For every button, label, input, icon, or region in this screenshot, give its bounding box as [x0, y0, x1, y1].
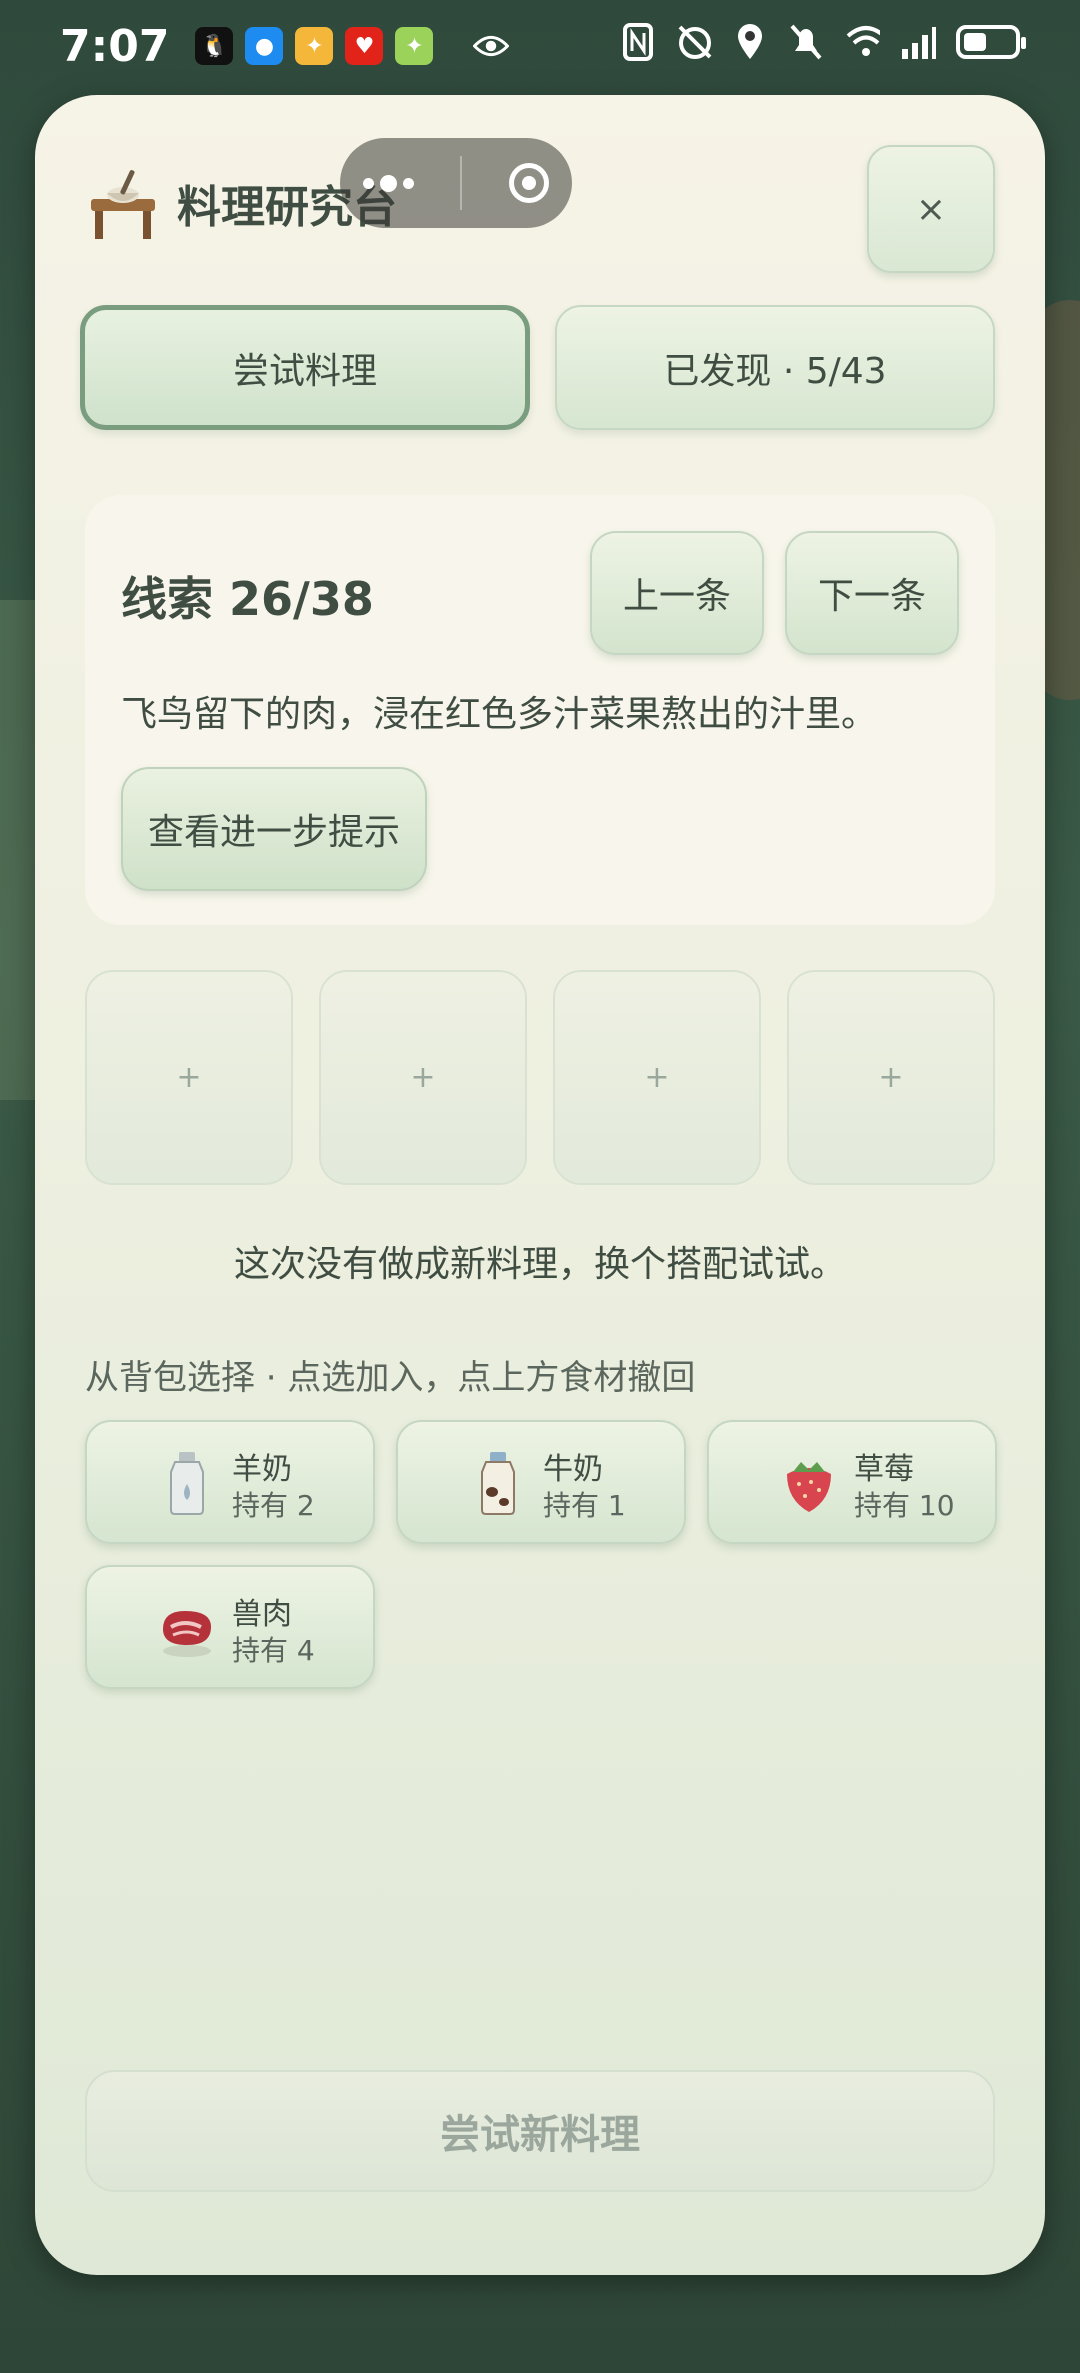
app-icon: ✦: [295, 27, 334, 65]
wifi-icon: [844, 22, 880, 62]
ingredient-goat-milk[interactable]: 羊奶 持有 2: [85, 1420, 375, 1544]
clue-title: 线索 26/38: [121, 572, 374, 626]
strawberry-icon: [779, 1448, 839, 1518]
ingredient-meat[interactable]: 兽肉 持有 4: [85, 1565, 375, 1689]
cooking-panel: 料理研究台 × 尝试料理 已发现 · 5/43 线索 26/38 上一条 下一条…: [35, 95, 1045, 2275]
ingredient-count: 持有 2: [232, 1489, 315, 1522]
health-icon: ♥: [345, 27, 384, 65]
tab-try-cooking[interactable]: 尝试料理: [80, 305, 530, 430]
status-time: 7:07: [60, 20, 170, 72]
meat-icon: [157, 1593, 217, 1663]
location-icon: [732, 22, 768, 62]
app-icon: ✦: [395, 27, 434, 65]
message-icon: ●: [245, 27, 284, 65]
clue-card: 线索 26/38 上一条 下一条 飞鸟留下的肉，浸在红色多汁菜果熬出的汁里。 查…: [85, 495, 995, 925]
mini-program-capsule: [340, 138, 572, 228]
tab-discovered[interactable]: 已发现 · 5/43: [555, 305, 995, 430]
ingredient-name: 牛奶: [543, 1452, 603, 1487]
next-clue-button[interactable]: 下一条: [785, 531, 959, 655]
ingredient-strawberry[interactable]: 草莓 持有 10: [707, 1420, 997, 1544]
cooking-table-icon: [85, 165, 161, 241]
result-message: 这次没有做成新料理，换个搭配试试。: [233, 1244, 846, 1285]
eye-icon: [473, 26, 510, 66]
status-bar: 7:07 🐧 ● ✦ ♥ ✦: [0, 0, 1080, 92]
signal-icon: [900, 22, 936, 62]
alarm-off-icon: [676, 22, 712, 62]
battery-icon: [956, 25, 1026, 59]
backpack-label: 从背包选择 · 点选加入，点上方食材撤回: [85, 1358, 696, 1398]
more-options-icon[interactable]: [363, 174, 415, 192]
ingredient-milk[interactable]: 牛奶 持有 1: [396, 1420, 686, 1544]
view-hint-button[interactable]: 查看进一步提示: [121, 767, 427, 891]
ingredient-name: 羊奶: [232, 1452, 292, 1487]
goat-milk-icon: [157, 1448, 217, 1518]
ingredient-slot-4[interactable]: +: [787, 970, 995, 1185]
ingredient-slot-3[interactable]: +: [553, 970, 761, 1185]
capsule-divider: [460, 156, 463, 210]
milk-icon: [468, 1448, 528, 1518]
ingredient-count: 持有 10: [854, 1489, 955, 1522]
ingredient-count: 持有 4: [232, 1634, 315, 1667]
close-miniprogram-icon[interactable]: [508, 163, 549, 203]
clue-text: 飞鸟留下的肉，浸在红色多汁菜果熬出的汁里。: [121, 694, 878, 735]
try-new-recipe-button[interactable]: 尝试新料理: [85, 2070, 995, 2192]
ingredient-slot-1[interactable]: +: [85, 970, 293, 1185]
prev-clue-button[interactable]: 上一条: [590, 531, 764, 655]
ingredient-name: 草莓: [854, 1452, 914, 1487]
close-button[interactable]: ×: [867, 145, 995, 273]
nfc-icon: [620, 22, 656, 62]
ingredient-slot-2[interactable]: +: [319, 970, 527, 1185]
qq-icon: 🐧: [195, 27, 234, 65]
ingredient-name: 兽肉: [232, 1597, 292, 1632]
ingredient-count: 持有 1: [543, 1489, 626, 1522]
mute-icon: [788, 22, 824, 62]
